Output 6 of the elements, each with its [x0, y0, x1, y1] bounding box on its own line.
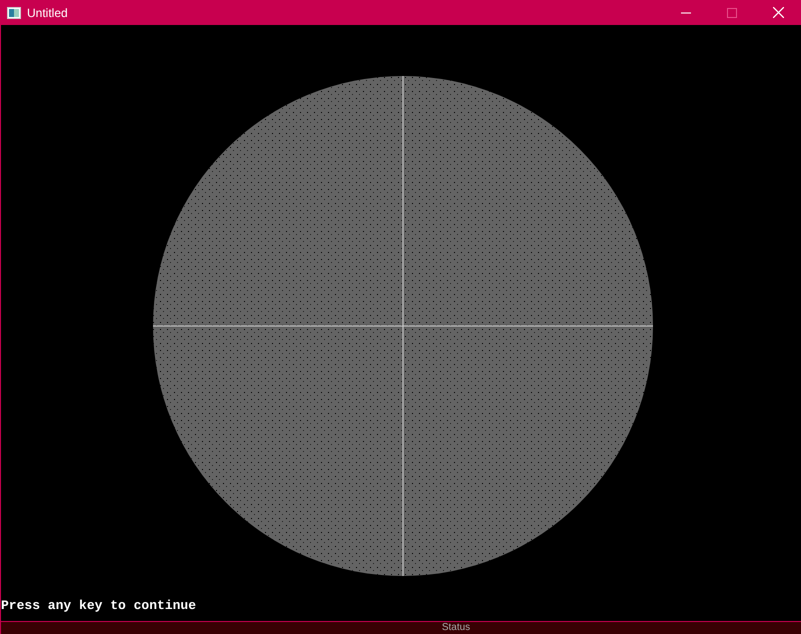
console-message: Press any key to continue — [1, 598, 196, 613]
close-icon — [772, 7, 784, 18]
maximize-icon — [727, 8, 737, 18]
app-icon — [7, 6, 21, 18]
window-title: Untitled — [27, 6, 69, 20]
status-text: Status — [442, 622, 470, 634]
